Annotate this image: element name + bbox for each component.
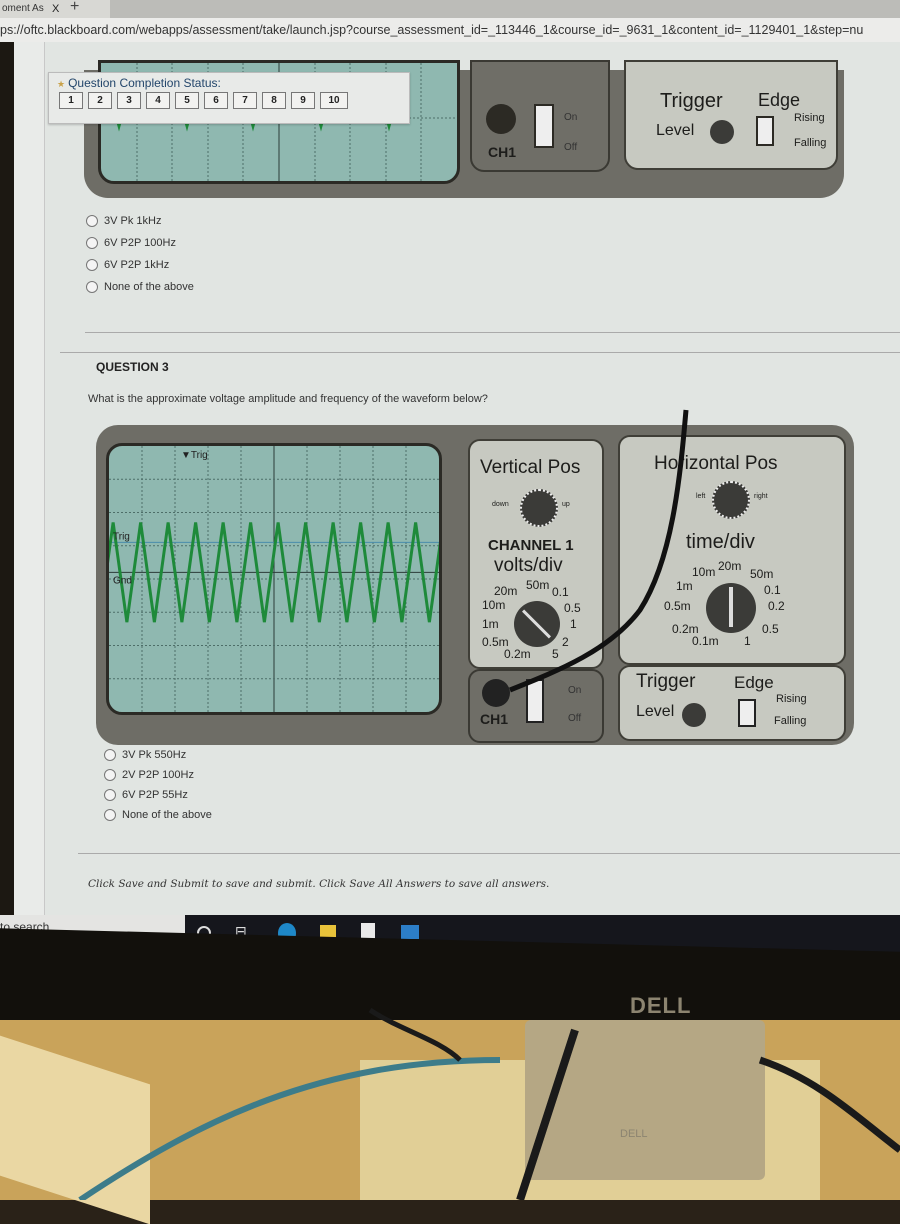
question-nav-6[interactable]: 6 (204, 92, 228, 109)
question-nav-1[interactable]: 1 (59, 92, 83, 109)
question-nav-7[interactable]: 7 (233, 92, 257, 109)
answer-option[interactable]: 6V P2P 55Hz (104, 785, 212, 805)
answer-option[interactable]: 2V P2P 100Hz (104, 765, 212, 785)
status-title: Question Completion Status: (68, 76, 221, 90)
radio-button[interactable] (104, 809, 116, 821)
radio-button[interactable] (104, 769, 116, 781)
mail-icon[interactable] (401, 925, 419, 939)
question-nav-2[interactable]: 2 (88, 92, 112, 109)
question-nav: 1 2 3 4 5 6 7 8 9 10 (59, 92, 348, 109)
answer-option[interactable]: None of the above (104, 805, 212, 825)
monitor-screen: oment As X + ps://oftc.blackboard.com/we… (0, 0, 900, 955)
footer-divider (78, 853, 900, 854)
answer-option[interactable]: 3V Pk 550Hz (104, 745, 212, 765)
radio-button[interactable] (104, 789, 116, 801)
question3-answers: 3V Pk 550Hz 2V P2P 100Hz 6V P2P 55Hz Non… (104, 745, 212, 825)
cables (78, 1007, 900, 1200)
question-nav-5[interactable]: 5 (175, 92, 199, 109)
question-nav-3[interactable]: 3 (117, 92, 141, 109)
submit-instructions: Click Save and Submit to save and submit… (88, 878, 550, 890)
question-nav-10[interactable]: 10 (320, 92, 348, 109)
question-completion-status: ★ Question Completion Status: 1 2 3 4 5 6… (48, 72, 410, 124)
star-icon: ★ (57, 79, 66, 89)
question-nav-4[interactable]: 4 (146, 92, 170, 109)
radio-button[interactable] (104, 749, 116, 761)
question-nav-8[interactable]: 8 (262, 92, 286, 109)
store-icon[interactable] (361, 923, 375, 939)
question-nav-9[interactable]: 9 (291, 92, 315, 109)
